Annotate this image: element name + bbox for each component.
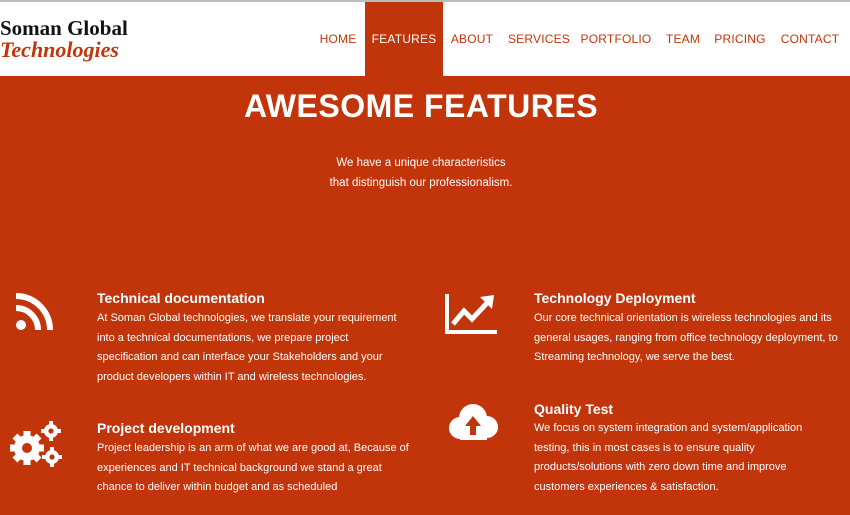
feature-text-line: general usages, ranging from office tech…: [534, 331, 838, 344]
nav-item-services[interactable]: SERVICES: [506, 2, 572, 76]
cloud-upload-icon: [446, 402, 500, 442]
site-header: Soman Global Technologies HOME FEATURES …: [0, 2, 850, 76]
section-subtitle-line1: We have a unique characteristics: [336, 157, 506, 169]
feature-title: Technical documentation: [97, 290, 265, 306]
chart-growth-icon: [444, 292, 500, 336]
feature-text-line: products/solutions with zero down time a…: [534, 461, 787, 474]
section-subtitle-line2: that distinguish our professionalism.: [329, 177, 513, 189]
nav-item-pricing[interactable]: PRICING: [712, 2, 768, 76]
feature-text-line: testing, this in most cases is to ensure…: [534, 441, 755, 454]
feature-text-line: experiences and IT technical background …: [97, 461, 382, 474]
feature-description: We focus on system integration and syste…: [534, 419, 850, 497]
nav-item-contact[interactable]: CONTACT: [776, 2, 844, 76]
feature-title: Quality Test: [534, 401, 614, 417]
feature-text-line: customers experiences & satisfaction.: [534, 480, 719, 493]
section-title: AWESOME FEATURES: [243, 88, 599, 124]
brand-name-line2: Technologies: [0, 37, 119, 62]
feature-text-line: Our core technical orientation is wirele…: [534, 312, 832, 324]
brand-name-line1: Soman Global: [0, 16, 128, 40]
feature-text-line: product developers within IT and wireles…: [97, 370, 367, 383]
feature-description: Our core technical orientation is wirele…: [534, 309, 850, 368]
nav-item-portfolio[interactable]: PORTFOLIO: [580, 2, 652, 76]
nav-item-about[interactable]: ABOUT: [446, 2, 498, 76]
feature-text-line: specification and can interface your Sta…: [97, 351, 383, 364]
feature-description: Project leadership is an arm of what we …: [97, 439, 427, 498]
feature-title: Technology Deployment: [534, 290, 696, 306]
feature-title: Project development: [97, 420, 235, 436]
feature-text-line: chance to deliver within budget and as s…: [97, 481, 338, 494]
feature-text-line: into a technical documentations, we prep…: [97, 331, 349, 344]
feature-description: At Soman Global technologies, we transla…: [97, 309, 427, 387]
nav-item-team[interactable]: TEAM: [660, 2, 706, 76]
feature-text-line: Project leadership is an arm of what we …: [97, 442, 409, 454]
feature-text-line: We focus on system integration and syste…: [534, 422, 803, 434]
brand-logo[interactable]: Soman Global Technologies: [0, 16, 128, 62]
nav-item-home[interactable]: HOME: [312, 2, 364, 76]
gears-icon: [10, 420, 64, 468]
nav-item-features[interactable]: FEATURES: [365, 2, 443, 76]
feature-text-line: Streaming technology, we serve the best.: [534, 351, 735, 364]
feature-text-line: At Soman Global technologies, we transla…: [97, 312, 397, 324]
rss-icon: [14, 292, 54, 332]
